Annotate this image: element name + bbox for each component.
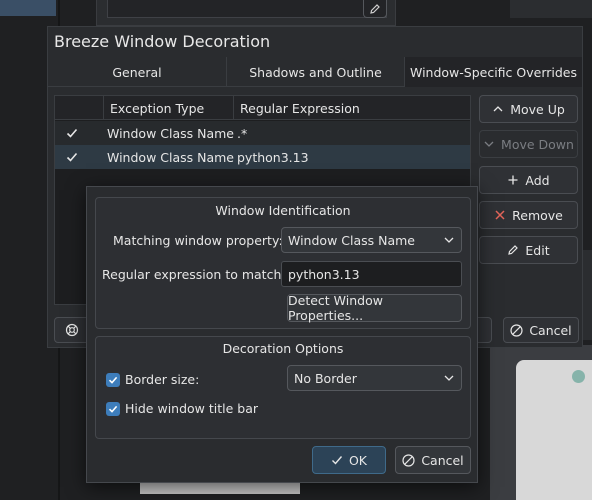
ok-label: OK: [348, 452, 368, 468]
check-icon[interactable]: [59, 145, 89, 169]
row-exception-type: Window Class Name: [107, 149, 234, 165]
ok-button[interactable]: OK: [312, 446, 386, 474]
checkmark-icon: [108, 376, 118, 384]
border-size-label: Border size:: [125, 372, 200, 387]
main-cancel-button[interactable]: Cancel: [503, 317, 579, 343]
move-up-button[interactable]: Move Up: [479, 95, 578, 123]
check-icon: [331, 456, 343, 465]
window-identification-group: Window Identification Matching window pr…: [95, 197, 471, 329]
main-cancel-label: Cancel: [529, 322, 572, 338]
edit-label: Edit: [525, 242, 550, 258]
preview-dot: [572, 370, 585, 383]
regex-label: Regular expression to match:: [102, 267, 286, 282]
override-cancel-label: Cancel: [421, 452, 464, 468]
edit-pencil-icon: [508, 245, 519, 255]
edit-button[interactable]: Edit: [479, 236, 578, 264]
remove-button[interactable]: Remove: [479, 201, 578, 229]
dialog-title: Breeze Window Decoration: [54, 32, 271, 51]
chevron-down-icon: [444, 237, 454, 243]
chevron-up-icon: [493, 106, 503, 112]
matching-property-select[interactable]: Window Class Name: [281, 227, 462, 253]
checkmark-icon: [108, 405, 118, 413]
decoration-options-title: Decoration Options: [222, 341, 344, 356]
override-cancel-button[interactable]: Cancel: [395, 446, 471, 474]
detect-window-properties-button[interactable]: Detect Window Properties...: [287, 293, 462, 323]
regex-input[interactable]: python3.13: [281, 261, 462, 287]
header-regular-expression[interactable]: Regular Expression: [233, 96, 470, 120]
lifebuoy-icon: [65, 323, 79, 337]
matching-property-value: Window Class Name: [288, 232, 415, 248]
pencil-icon[interactable]: [363, 0, 387, 18]
background-field: [107, 0, 387, 18]
cancel-icon: [510, 323, 523, 337]
remove-x-icon: [495, 210, 505, 220]
hide-title-bar-checkbox[interactable]: [106, 402, 120, 416]
tab-bar: General Shadows and Outline Window-Speci…: [48, 57, 582, 87]
background-window-fragment-right: [510, 0, 592, 18]
detect-label: Detect Window Properties...: [288, 293, 383, 323]
window-override-dialog: Window Identification Matching window pr…: [86, 186, 478, 483]
row-regular-expression: .*: [237, 125, 248, 141]
remove-label: Remove: [512, 207, 563, 223]
background-preview: [516, 360, 592, 500]
background-window-edge: [582, 250, 592, 340]
header-exception-type[interactable]: Exception Type: [103, 96, 233, 120]
cancel-icon: [402, 453, 415, 467]
add-button[interactable]: Add: [479, 166, 578, 194]
row-regular-expression: python3.13: [237, 149, 309, 165]
move-down-button[interactable]: Move Down: [479, 130, 578, 158]
tab-general[interactable]: General: [48, 57, 226, 87]
tab-shadows-outline[interactable]: Shadows and Outline: [226, 57, 404, 87]
chevron-down-icon: [444, 375, 454, 381]
decoration-options-group: Decoration Options Border size: No Borde…: [95, 336, 471, 439]
add-label: Add: [525, 172, 550, 188]
row-exception-type: Window Class Name: [107, 125, 234, 141]
window-identification-title: Window Identification: [215, 203, 351, 218]
background-window-fragment: [0, 0, 56, 16]
defaults-button[interactable]: [54, 317, 90, 343]
table-header: Exception Type Regular Expression: [55, 96, 470, 120]
plus-icon: [508, 175, 518, 185]
border-size-value: No Border: [294, 370, 357, 386]
table-row[interactable]: Window Class Name .*: [55, 121, 470, 145]
background-toolbar: [96, 0, 396, 26]
hide-title-bar-label: Hide window title bar: [125, 401, 259, 416]
check-icon[interactable]: [59, 121, 89, 145]
move-down-label: Move Down: [501, 136, 574, 152]
matching-property-label: Matching window property:: [113, 233, 283, 248]
background-bottom-fragment: [140, 482, 300, 494]
border-size-select[interactable]: No Border: [287, 365, 462, 391]
tab-window-specific-overrides[interactable]: Window-Specific Overrides: [404, 57, 582, 87]
border-size-checkbox[interactable]: [106, 373, 120, 387]
move-up-label: Move Up: [510, 101, 565, 117]
chevron-down-icon: [484, 141, 494, 147]
table-row[interactable]: Window Class Name python3.13: [55, 145, 470, 169]
header-check-column[interactable]: [55, 96, 103, 120]
